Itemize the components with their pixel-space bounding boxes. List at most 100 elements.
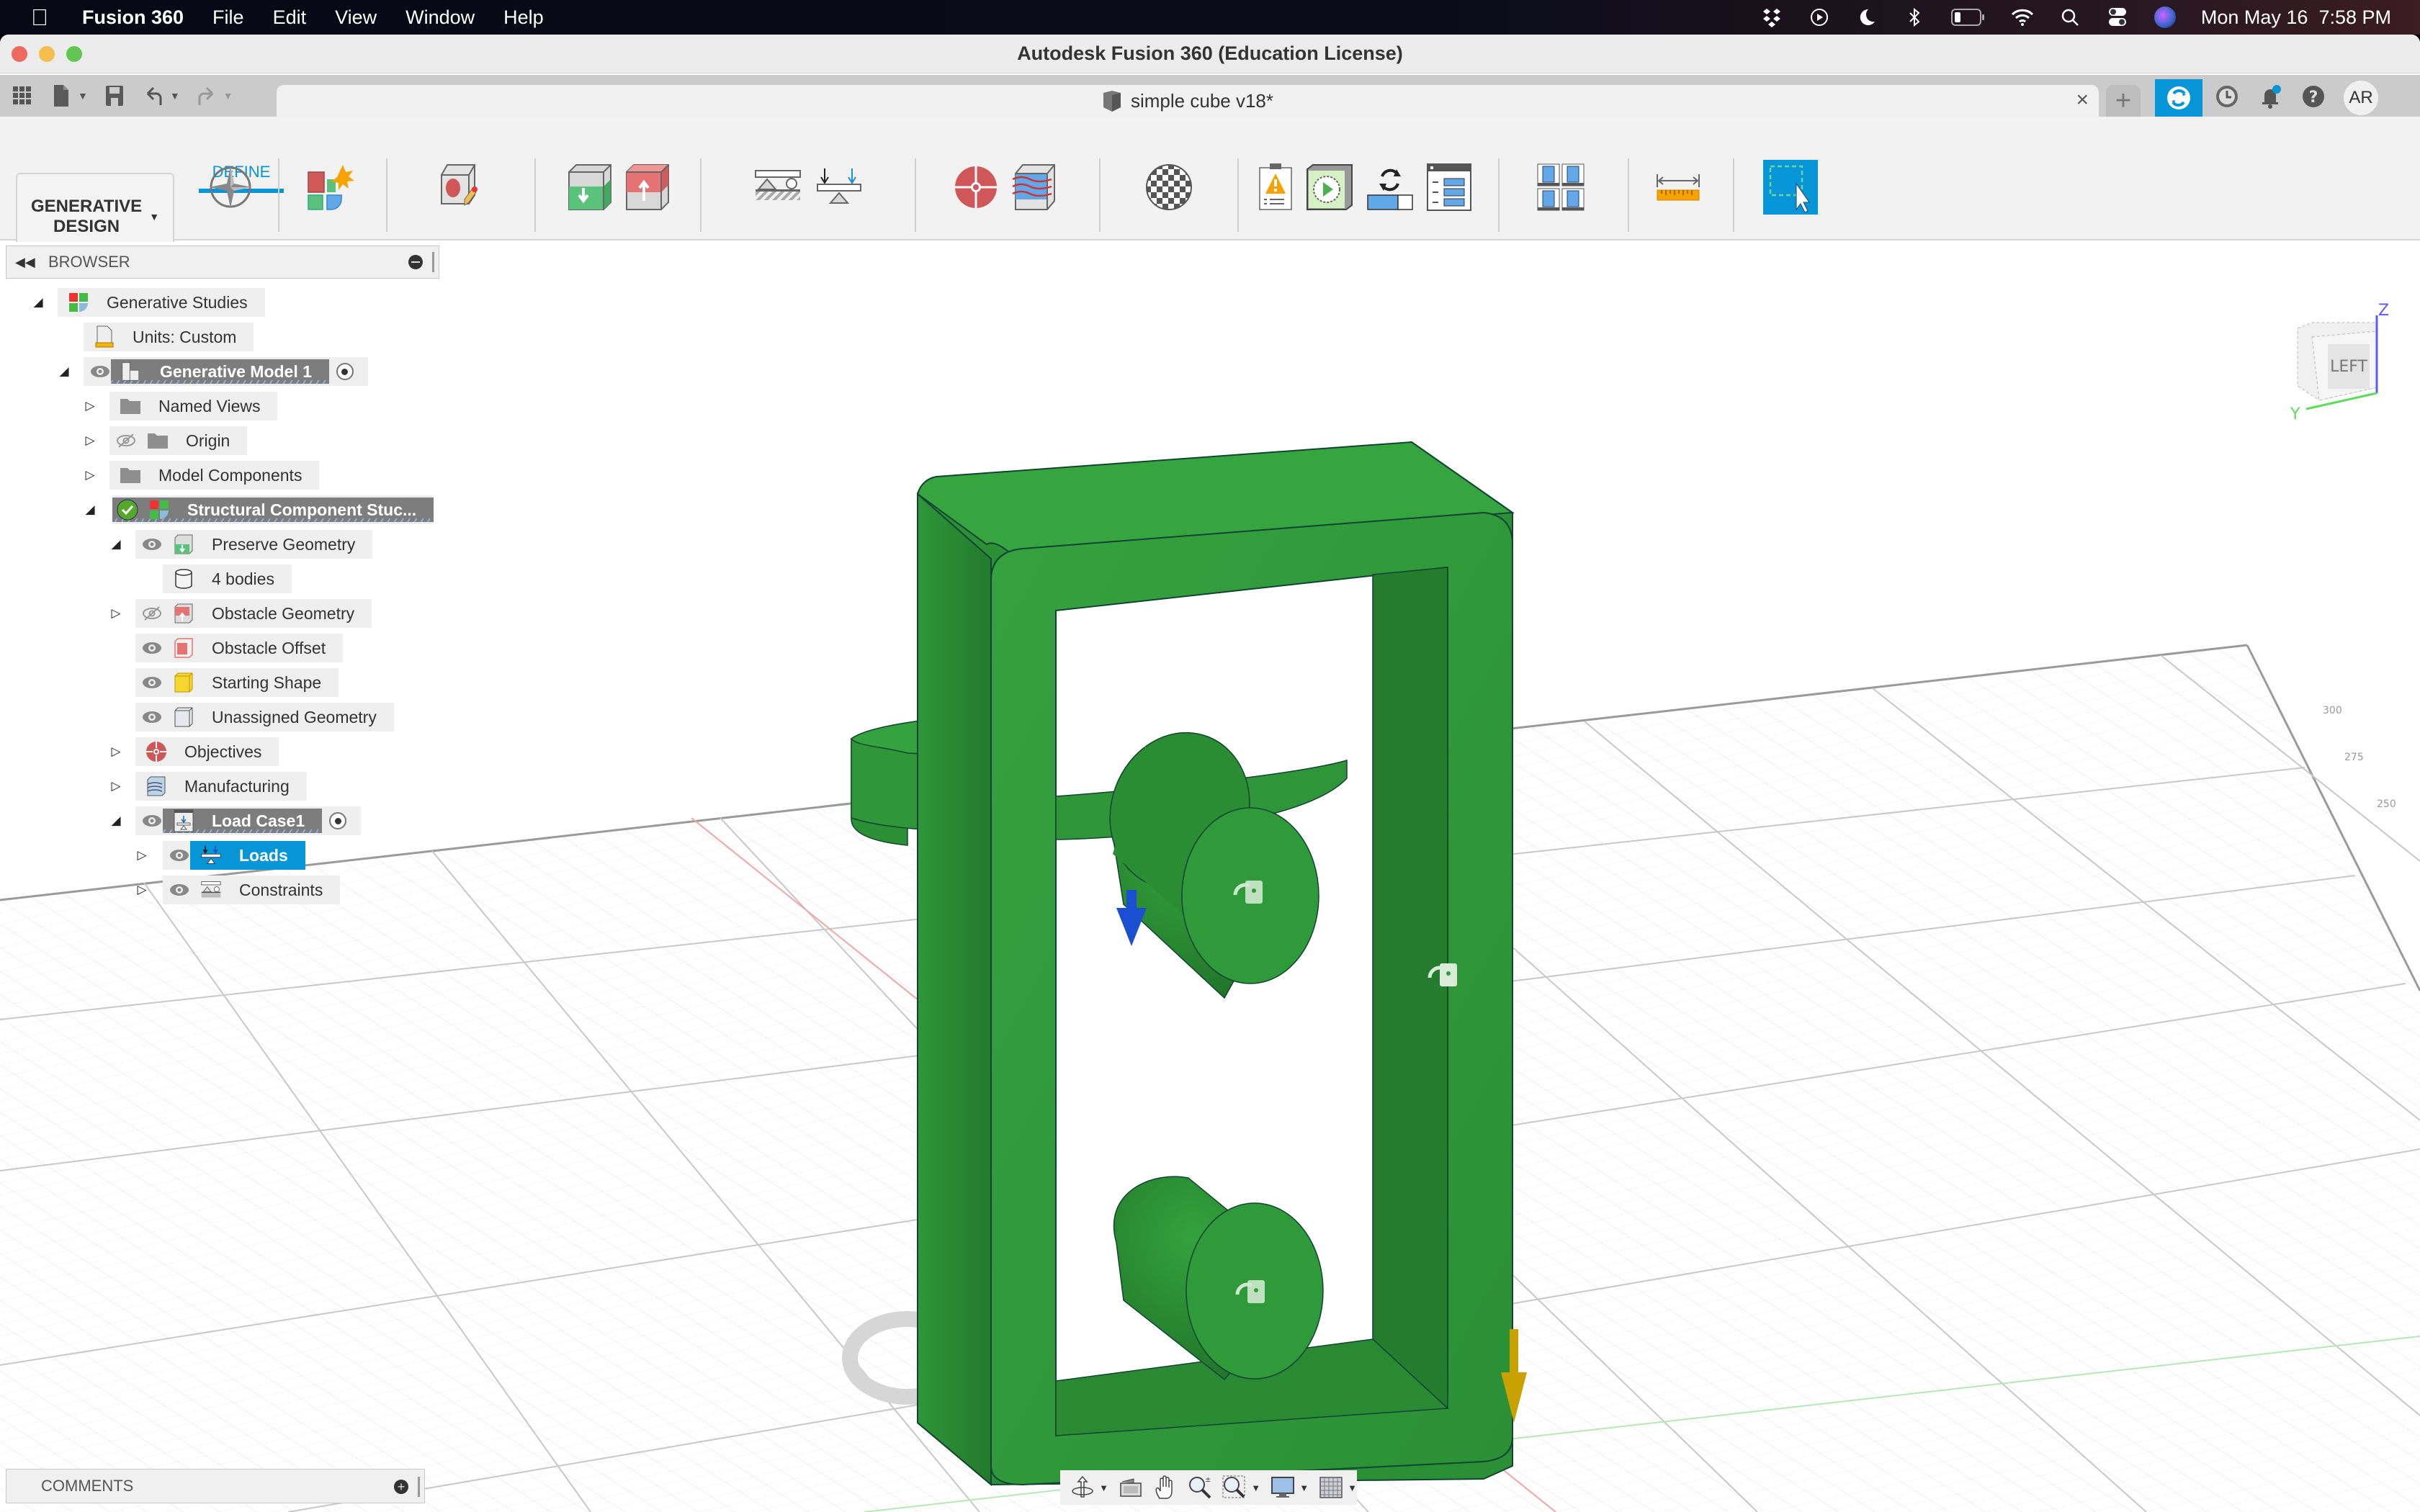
tree-item-constraints[interactable]: ▷ Constraints [0, 876, 447, 904]
visibility-eye-icon[interactable] [169, 848, 190, 863]
tree-item-obstacle-geometry[interactable]: ▷ Obstacle Geometry [0, 599, 447, 628]
user-avatar[interactable]: AR [2344, 81, 2378, 115]
comments-resize-handle[interactable] [418, 1477, 420, 1497]
menu-edit[interactable]: Edit [273, 6, 307, 29]
app-menu[interactable]: Fusion 360 [82, 6, 184, 29]
tree-item-obstacle-offset[interactable]: Obstacle Offset [0, 634, 447, 662]
visibility-hidden-eye-icon[interactable] [115, 433, 137, 448]
close-tab-button[interactable]: × [2076, 88, 2089, 112]
tree-item-origin[interactable]: ▷ Origin [0, 426, 447, 455]
tree-item-named-views[interactable]: ▷ Named Views [0, 392, 447, 420]
expand-triangle-icon[interactable]: ▷ [84, 468, 97, 482]
menu-window[interactable]: Window [405, 6, 475, 29]
visibility-eye-icon[interactable] [89, 364, 111, 379]
menu-help[interactable]: Help [503, 6, 544, 29]
activate-radio-button[interactable] [329, 812, 347, 829]
tree-item-starting-shape[interactable]: Starting Shape [0, 668, 447, 697]
wifi-icon[interactable] [2011, 6, 2034, 29]
help-icon[interactable]: ? [2300, 84, 2326, 113]
notifications-bell-icon[interactable] [2257, 84, 2283, 113]
minimize-window-button[interactable] [39, 46, 55, 62]
visibility-eye-icon[interactable] [141, 537, 163, 552]
tree-item-label: Unassigned Geometry [212, 707, 377, 726]
file-menu-icon[interactable] [49, 84, 73, 108]
tree-item-load-case[interactable]: ◢ Load Case1 [0, 806, 447, 835]
browser-resize-handle[interactable] [432, 252, 434, 272]
expand-triangle-icon[interactable]: ▷ [109, 606, 122, 620]
new-tab-button[interactable]: + [2106, 85, 2141, 117]
control-center-icon[interactable] [2106, 6, 2129, 29]
minimize-browser-button[interactable] [408, 255, 423, 269]
tree-item-generative-studies[interactable]: ◢ Generative Studies [0, 288, 447, 317]
tree-item-structural-component-study[interactable]: ◢ Structural Component Stuc... [0, 495, 447, 524]
visibility-eye-icon[interactable] [141, 814, 163, 828]
view-cube[interactable]: LEFT Z Y [2269, 301, 2406, 431]
bluetooth-icon[interactable] [1903, 6, 1926, 29]
pan-hand-icon[interactable] [1153, 1475, 1178, 1500]
zoom-window-icon[interactable] [1222, 1475, 1247, 1500]
menu-file[interactable]: File [212, 6, 244, 29]
play-icon[interactable] [1808, 6, 1831, 29]
display-settings-dropdown-icon[interactable]: ▼ [1299, 1482, 1309, 1493]
redo-dropdown-icon[interactable]: ▼ [223, 90, 233, 102]
apple-menu-icon[interactable]:  [29, 4, 50, 31]
display-settings-icon[interactable] [1270, 1475, 1295, 1500]
expand-triangle-icon[interactable]: ▷ [135, 883, 148, 896]
tree-item-model-components[interactable]: ▷ Model Components [0, 461, 447, 490]
tree-item-preserve-geometry[interactable]: ◢ Preserve Geometry [0, 530, 447, 559]
undo-icon[interactable] [141, 84, 166, 108]
tree-item-unassigned-geometry[interactable]: Unassigned Geometry [0, 703, 447, 732]
add-comment-button[interactable]: + [394, 1480, 408, 1494]
grid-settings-dropdown-icon[interactable]: ▼ [1348, 1482, 1357, 1493]
orbit-icon[interactable] [1070, 1475, 1095, 1500]
zoom-icon[interactable]: ± [1188, 1475, 1212, 1500]
orbit-dropdown-icon[interactable]: ▼ [1099, 1482, 1108, 1493]
history-clock-icon[interactable] [2214, 84, 2240, 113]
tree-item-loads[interactable]: ▷ Loads [0, 841, 447, 870]
collapse-triangle-icon[interactable]: ◢ [109, 814, 122, 827]
visibility-eye-icon[interactable] [169, 883, 190, 897]
expand-triangle-icon[interactable]: ▷ [135, 848, 148, 862]
close-window-button[interactable] [12, 46, 27, 62]
visibility-eye-icon[interactable] [141, 710, 163, 724]
tree-item-units[interactable]: Units: Custom [0, 323, 447, 351]
obstacle-geometry-icon [626, 164, 669, 210]
document-tab[interactable]: simple cube v18* × [277, 85, 2099, 117]
visibility-eye-icon[interactable] [141, 675, 163, 690]
tree-item-generative-model[interactable]: ◢ Generative Model 1 [0, 357, 447, 386]
expand-triangle-icon[interactable]: ▷ [84, 433, 97, 447]
collapse-triangle-icon[interactable]: ◢ [84, 503, 97, 516]
battery-icon[interactable] [1950, 6, 1986, 29]
file-menu-dropdown-icon[interactable]: ▼ [78, 90, 88, 102]
expand-triangle-icon[interactable]: ▷ [109, 779, 122, 793]
menu-clock[interactable]: Mon May 16 7:58 PM [2201, 6, 2391, 29]
zoom-dropdown-icon[interactable]: ▼ [1251, 1482, 1260, 1493]
tree-item-bodies[interactable]: 4 bodies [0, 564, 447, 593]
look-at-icon[interactable] [1119, 1475, 1143, 1500]
activate-radio-button[interactable] [336, 363, 354, 380]
select-tool-button[interactable] [1763, 160, 1818, 215]
data-panel-grid-icon[interactable] [10, 84, 35, 108]
redo-icon[interactable] [194, 84, 219, 108]
undo-dropdown-icon[interactable]: ▼ [170, 90, 180, 102]
save-icon[interactable] [102, 84, 127, 108]
moon-icon[interactable] [1855, 6, 1878, 29]
collapse-triangle-icon[interactable]: ◢ [58, 364, 71, 378]
dropbox-icon[interactable] [1760, 6, 1783, 29]
grid-settings-icon[interactable] [1319, 1475, 1343, 1500]
menu-view[interactable]: View [335, 6, 377, 29]
collapse-triangle-icon[interactable]: ◢ [109, 537, 122, 551]
expand-triangle-icon[interactable]: ▷ [109, 744, 122, 758]
siri-icon[interactable] [2154, 6, 2177, 29]
visibility-eye-icon[interactable] [141, 641, 163, 655]
zoom-window-button[interactable] [66, 46, 82, 62]
tree-item-label: Units: Custom [133, 327, 237, 346]
visibility-hidden-eye-icon[interactable] [141, 606, 163, 621]
spotlight-search-icon[interactable] [2058, 6, 2081, 29]
job-status-sync-button[interactable] [2155, 79, 2202, 117]
collapse-triangle-icon[interactable]: ◢ [32, 295, 45, 309]
tree-item-objectives[interactable]: ▷ Objectives [0, 737, 447, 766]
expand-triangle-icon[interactable]: ▷ [84, 399, 97, 413]
collapse-browser-icon[interactable]: ◀◀ [15, 255, 37, 270]
tree-item-manufacturing[interactable]: ▷ Manufacturing [0, 772, 447, 801]
